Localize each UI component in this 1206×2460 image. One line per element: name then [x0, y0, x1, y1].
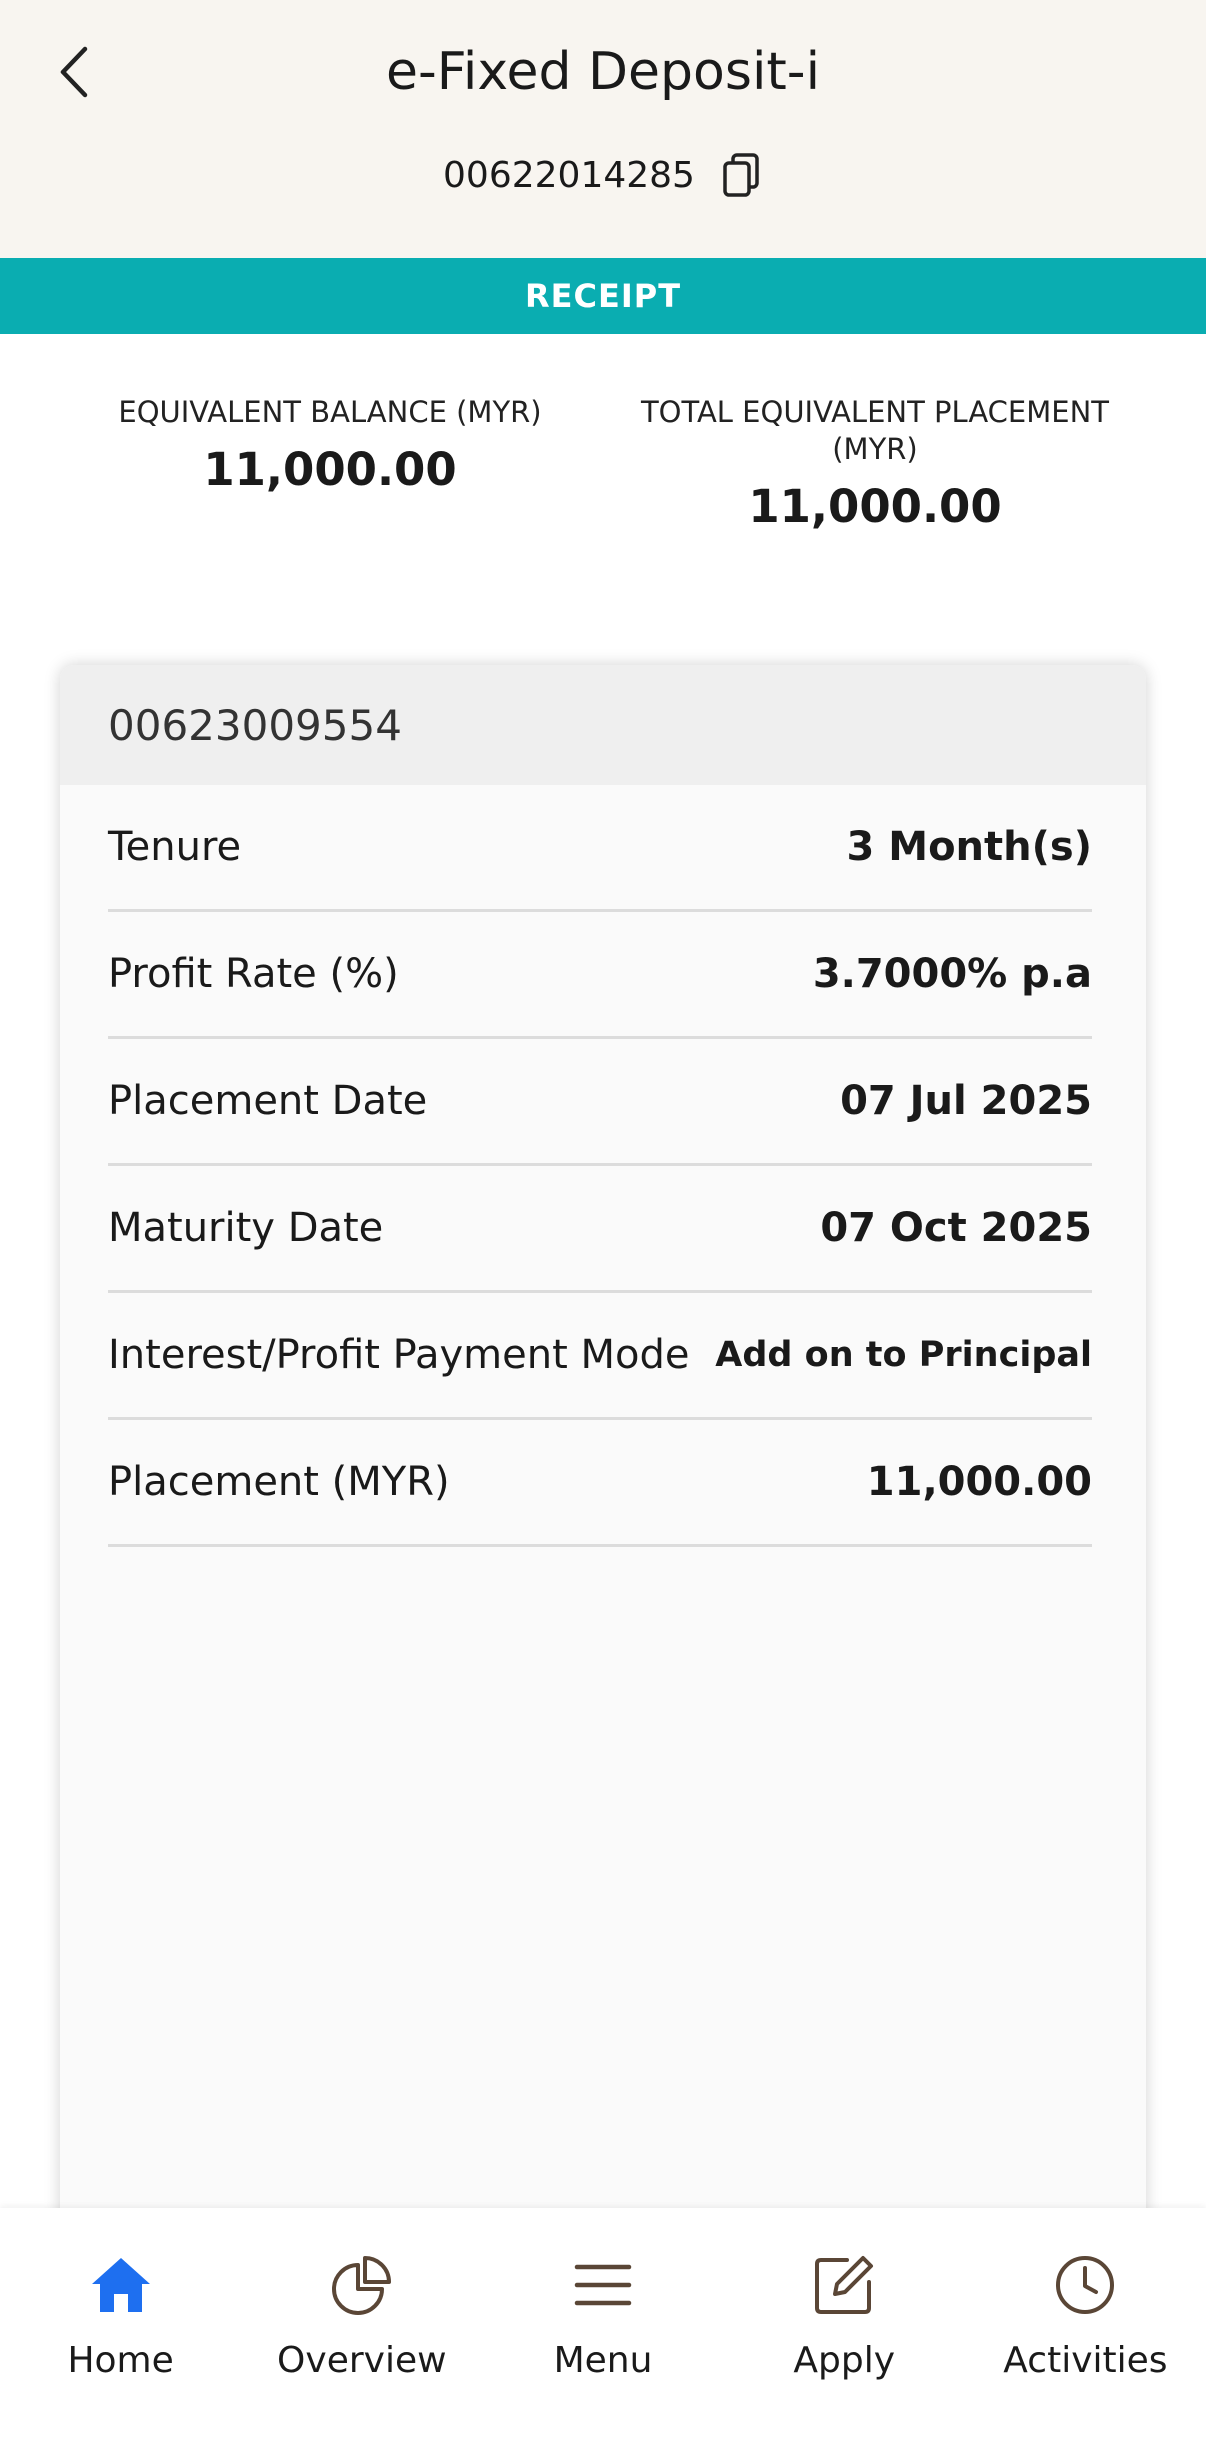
- certificate-number: 00623009554: [60, 665, 1146, 785]
- bottom-navigation: Home Overview Menu Apply Activities: [0, 2208, 1206, 2460]
- total-placement-value: 11,000.00: [748, 480, 1002, 533]
- detail-label: Maturity Date: [108, 1205, 384, 1251]
- app-header: e-Fixed Deposit-i 00622014285: [0, 0, 1206, 258]
- total-placement-label-line2: (MYR): [832, 432, 918, 466]
- detail-value: 11,000.00: [866, 1459, 1092, 1505]
- copy-button[interactable]: [719, 150, 763, 200]
- detail-row-placement: Placement (MYR) 11,000.00: [108, 1420, 1092, 1547]
- equivalent-balance: EQUIVALENT BALANCE (MYR) 11,000.00: [100, 394, 560, 496]
- detail-value: Add on to Principal: [715, 1335, 1092, 1375]
- detail-label: Tenure: [108, 824, 242, 870]
- nav-label-home: Home: [67, 2340, 174, 2381]
- detail-label: Placement (MYR): [108, 1459, 450, 1505]
- home-icon: [86, 2250, 156, 2320]
- page-title: e-Fixed Deposit-i: [385, 42, 821, 102]
- detail-value: 07 Oct 2025: [820, 1205, 1092, 1251]
- total-placement-label-line1: TOTAL EQUIVALENT PLACEMENT: [640, 395, 1110, 429]
- account-number-row: 00622014285: [0, 150, 1206, 200]
- balance-summary: EQUIVALENT BALANCE (MYR) 11,000.00 TOTAL…: [0, 334, 1206, 634]
- nav-label-overview: Overview: [277, 2340, 447, 2381]
- detail-row-profit-rate: Profit Rate (%) 3.7000% p.a: [108, 912, 1092, 1039]
- total-equivalent-placement: TOTAL EQUIVALENT PLACEMENT (MYR) 11,000.…: [620, 394, 1130, 533]
- nav-item-menu[interactable]: Menu: [482, 2208, 723, 2460]
- equivalent-balance-value: 11,000.00: [203, 443, 457, 496]
- equivalent-balance-label: EQUIVALENT BALANCE (MYR): [118, 395, 542, 429]
- detail-value: 07 Jul 2025: [840, 1078, 1092, 1124]
- nav-item-apply[interactable]: Apply: [724, 2208, 965, 2460]
- detail-label: Profit Rate (%): [108, 951, 399, 997]
- nav-label-apply: Apply: [793, 2340, 896, 2381]
- account-number: 00622014285: [443, 154, 695, 196]
- details-list: Tenure 3 Month(s) Profit Rate (%) 3.7000…: [60, 785, 1146, 1547]
- receipt-button[interactable]: RECEIPT: [0, 258, 1206, 334]
- detail-value: 3.7000% p.a: [812, 951, 1092, 997]
- nav-label-menu: Menu: [553, 2340, 653, 2381]
- detail-value: 3 Month(s): [846, 824, 1093, 870]
- detail-row-placement-date: Placement Date 07 Jul 2025: [108, 1039, 1092, 1166]
- detail-row-tenure: Tenure 3 Month(s): [108, 785, 1092, 912]
- detail-row-maturity-date: Maturity Date 07 Oct 2025: [108, 1166, 1092, 1293]
- nav-item-overview[interactable]: Overview: [241, 2208, 482, 2460]
- detail-row-payment-mode: Interest/Profit Payment Mode Add on to P…: [108, 1293, 1092, 1420]
- clock-icon: [1050, 2250, 1120, 2320]
- edit-icon: [809, 2250, 879, 2320]
- copy-icon: [723, 153, 759, 197]
- deposit-details-card: 00623009554 Tenure 3 Month(s) Profit Rat…: [60, 665, 1146, 2225]
- detail-label: Placement Date: [108, 1078, 428, 1124]
- menu-icon: [568, 2250, 638, 2320]
- detail-label: Interest/Profit Payment Mode: [108, 1332, 690, 1378]
- nav-item-activities[interactable]: Activities: [965, 2208, 1206, 2460]
- pie-chart-icon: [327, 2250, 397, 2320]
- nav-label-activities: Activities: [1003, 2340, 1168, 2381]
- nav-item-home[interactable]: Home: [0, 2208, 241, 2460]
